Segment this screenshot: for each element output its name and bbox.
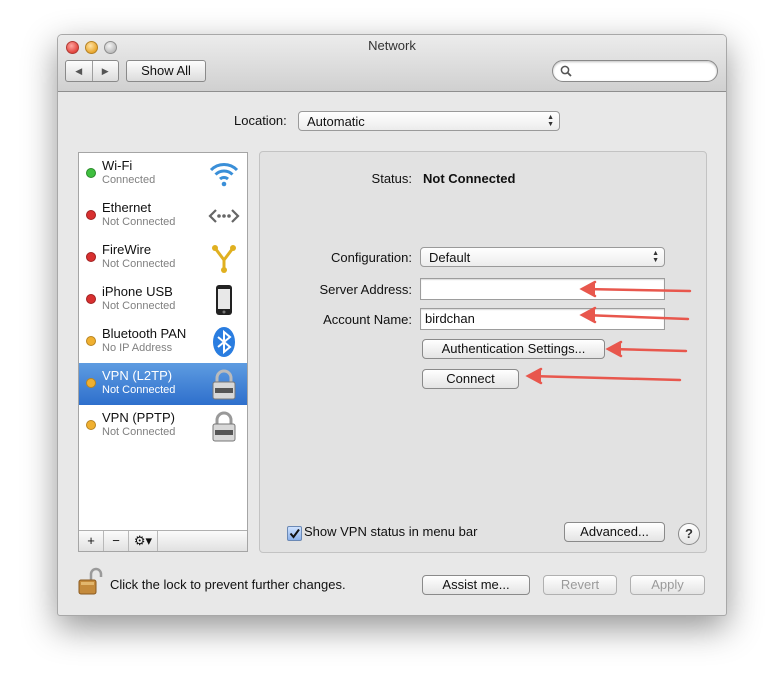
annotation-arrow	[605, 340, 688, 358]
annotation-arrow	[579, 280, 692, 298]
annotation-arrow	[525, 367, 682, 385]
annotation-arrows	[525, 280, 692, 385]
annotation-arrow	[579, 306, 690, 324]
